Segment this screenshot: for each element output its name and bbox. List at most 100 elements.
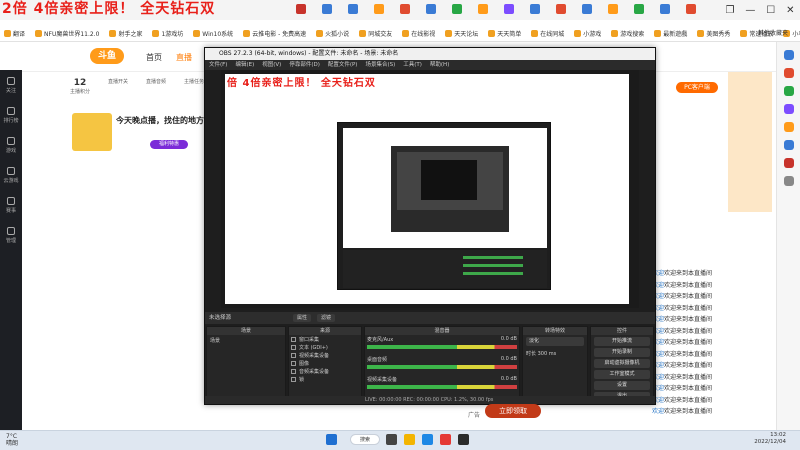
bookmark-item[interactable]: 小游戏 (574, 29, 601, 38)
pc-client-button[interactable]: PC客户端 (676, 82, 718, 93)
bookmark-item[interactable]: 天天简单 (488, 29, 521, 38)
minimize-icon[interactable]: — (745, 5, 755, 16)
bookmark-item[interactable]: 翻译 (4, 29, 25, 38)
tab-favicon[interactable] (686, 4, 696, 14)
nav-live[interactable]: 直播 (176, 52, 192, 63)
bookmark-label: 美图秀秀 (706, 30, 731, 38)
edge-icon[interactable] (422, 434, 433, 445)
obs-icon[interactable] (458, 434, 469, 445)
bookmark-item[interactable]: 云推电影 - 免费高速 (243, 29, 306, 38)
nav-home[interactable]: 首页 (146, 52, 162, 63)
control-button[interactable]: 工作室模式 (594, 370, 650, 379)
bookmark-item[interactable]: 美图秀秀 (697, 29, 730, 38)
site-logo[interactable]: 斗鱼 (90, 48, 124, 64)
browser-icon[interactable] (440, 434, 451, 445)
stat-item[interactable]: 直播音频 (146, 78, 166, 95)
tab-favicon[interactable] (322, 4, 332, 14)
obs-menu-item[interactable]: 配置文件(P) (328, 60, 358, 70)
task-view-icon[interactable] (386, 434, 397, 445)
obs-menu-item[interactable]: 工具(T) (403, 60, 422, 70)
left-rail-item[interactable]: 关注 (0, 70, 22, 100)
bookmark-item[interactable]: Win10系统 (193, 29, 233, 38)
bookmark-item[interactable]: 最新遊戲 (654, 29, 687, 38)
control-button[interactable]: 启动虚拟摄像机 (594, 359, 650, 368)
tab-favicon[interactable] (530, 4, 540, 14)
source-item[interactable]: 锁 (289, 375, 361, 383)
obs-menu-item[interactable]: 文件(F) (209, 60, 227, 70)
right-ad-banner[interactable] (728, 72, 772, 212)
tab-favicon[interactable] (504, 4, 514, 14)
filters-button[interactable]: 滤镜 (317, 314, 336, 322)
duration-value[interactable]: 300 ms (538, 351, 557, 357)
obs-menu-item[interactable]: 视图(V) (262, 60, 281, 70)
bookmark-item[interactable]: 在线同城 (531, 29, 564, 38)
tab-favicon[interactable] (296, 4, 306, 14)
clock[interactable]: 13:02 2022/12/04 (754, 432, 786, 446)
bookmark-item[interactable]: 火狐小说 (316, 29, 349, 38)
obs-menu-item[interactable]: 编辑(E) (235, 60, 254, 70)
bookmark-item[interactable]: 天天论坛 (445, 29, 478, 38)
left-rail-item[interactable]: 排行榜 (0, 100, 22, 130)
tab-favicon[interactable] (608, 4, 618, 14)
bookmark-item[interactable]: 1游戏坊 (152, 29, 183, 38)
obs-menu-item[interactable]: 场景集合(S) (365, 60, 395, 70)
file-explorer-icon[interactable] (404, 434, 415, 445)
obs-menu-item[interactable]: 停靠部件(D) (289, 60, 320, 70)
source-item[interactable]: 图像 (289, 359, 361, 367)
tab-favicon[interactable] (426, 4, 436, 14)
claim-now-button[interactable]: 立即领取 (485, 404, 541, 418)
office-icon[interactable] (783, 122, 794, 132)
bookmark-item[interactable]: 在线影视 (402, 29, 435, 38)
stat-item[interactable]: 12 主播积分 (70, 78, 90, 95)
weather-widget[interactable]: 7°C 晴朗 (6, 433, 18, 447)
left-rail-item[interactable]: 云游戏 (0, 160, 22, 190)
stat-item[interactable]: 主播任务 (184, 78, 204, 95)
start-icon[interactable] (326, 434, 337, 445)
maximize-icon[interactable]: ☐ (766, 5, 775, 16)
tab-favicon[interactable] (556, 4, 566, 14)
search-button[interactable]: 搜索 (350, 434, 380, 445)
left-rail-icon (7, 76, 15, 85)
tab-favicon[interactable] (400, 4, 410, 14)
stat-item[interactable]: 直播开关 (108, 78, 128, 95)
outlook-icon[interactable] (783, 140, 794, 150)
scene-item[interactable]: 场景 (207, 335, 285, 346)
source-item[interactable]: 视频采集设备 (289, 351, 361, 359)
bookmark-item[interactable]: 射手之家 (109, 29, 142, 38)
control-button[interactable]: 开始推流 (594, 337, 650, 346)
source-item[interactable]: 音频采集设备 (289, 367, 361, 375)
tab-favicon[interactable] (634, 4, 644, 14)
other-bookmarks[interactable]: 其他收藏夹 (758, 28, 788, 37)
tab-favicon[interactable] (452, 4, 462, 14)
close-icon[interactable]: ✕ (786, 5, 794, 16)
tab-favicon[interactable] (660, 4, 670, 14)
left-rail-item[interactable]: 游戏 (0, 130, 22, 160)
browser-side-rail (776, 42, 800, 430)
source-item[interactable]: 文本 (GDI+) (289, 343, 361, 351)
bookmark-item[interactable]: 同城交友 (359, 29, 392, 38)
transition-select[interactable]: 淡化 (526, 337, 584, 346)
tab-favicon[interactable] (348, 4, 358, 14)
tab-favicon[interactable] (582, 4, 592, 14)
chat-user[interactable]: 欢迎 (652, 408, 664, 415)
shopping-icon[interactable] (783, 68, 794, 78)
hot-button[interactable]: 福利特惠 (150, 140, 188, 149)
avatar[interactable] (72, 113, 112, 151)
add-icon[interactable] (783, 176, 794, 186)
left-rail-item[interactable]: 管理 (0, 220, 22, 250)
search-icon[interactable] (783, 50, 794, 60)
games-icon[interactable] (783, 104, 794, 114)
obs-menu-item[interactable]: 帮助(H) (430, 60, 449, 70)
tab-favicon[interactable] (478, 4, 488, 14)
left-rail-item[interactable]: 赛事 (0, 190, 22, 220)
bookmark-item[interactable]: 游戏搜索 (611, 29, 644, 38)
restore-icon[interactable]: ❐ (725, 5, 734, 16)
control-button[interactable]: 设置 (594, 381, 650, 390)
control-button[interactable]: 开始录制 (594, 348, 650, 357)
tools-icon[interactable] (783, 86, 794, 96)
bookmark-item[interactable]: NFU魔兽世界11.2.0 (35, 29, 99, 38)
tab-favicon[interactable] (374, 4, 384, 14)
source-item[interactable]: 窗口采集 (289, 335, 361, 343)
properties-button[interactable]: 属性 (293, 314, 312, 322)
app-icon[interactable] (783, 158, 794, 168)
